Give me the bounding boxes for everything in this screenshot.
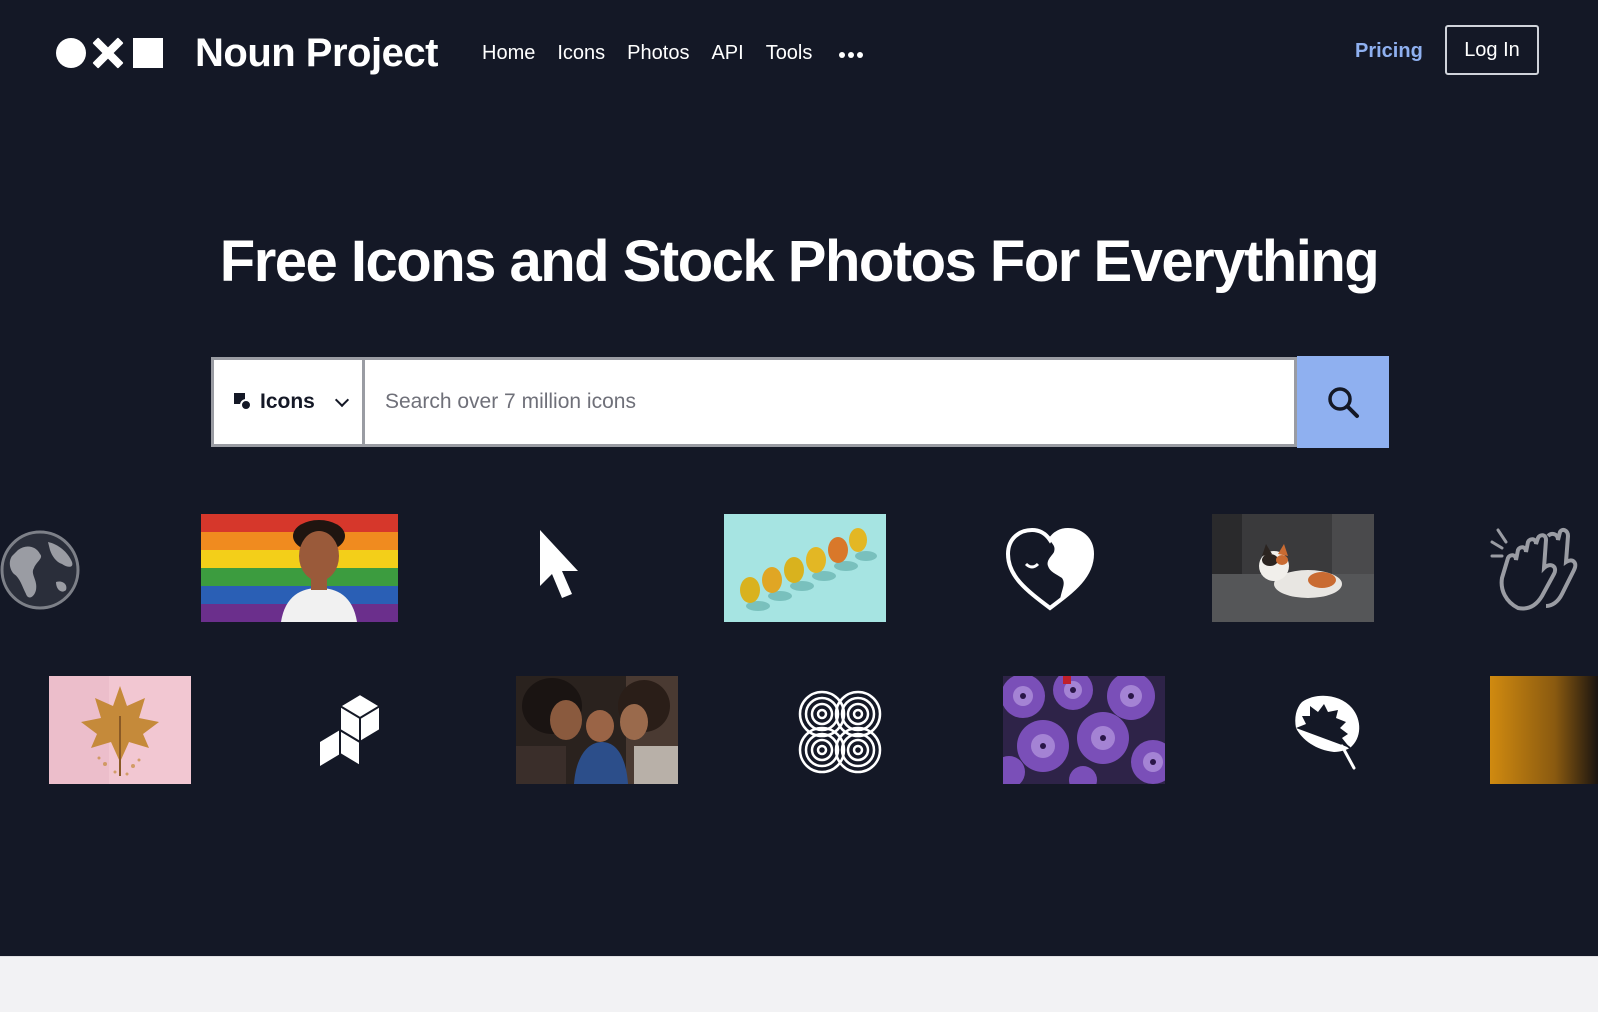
- nav-home[interactable]: Home: [482, 42, 535, 65]
- golden-photo[interactable]: [1490, 676, 1598, 784]
- monstera-leaf-icon[interactable]: [1292, 690, 1364, 772]
- nav-photos[interactable]: Photos: [627, 42, 689, 65]
- bottom-bar: [0, 956, 1598, 1012]
- family-baby-photo[interactable]: [516, 676, 678, 784]
- search-type-dropdown[interactable]: Icons: [211, 357, 365, 447]
- main-nav: Home Icons Photos API Tools: [482, 42, 864, 65]
- search-bar: Icons: [211, 356, 1389, 448]
- nav-api[interactable]: API: [711, 42, 743, 65]
- heart-face-icon[interactable]: [1004, 526, 1096, 612]
- logo-mark-icon: [56, 38, 163, 68]
- purple-petunias-photo[interactable]: [1003, 676, 1165, 784]
- interlaced-circles-icon[interactable]: [796, 688, 884, 776]
- brand-name: Noun Project: [195, 31, 438, 75]
- login-button[interactable]: Log In: [1445, 25, 1539, 75]
- autumn-leaf-photo[interactable]: [49, 676, 191, 784]
- search-icon: [1328, 387, 1359, 418]
- nav-icons[interactable]: Icons: [557, 42, 605, 65]
- chevron-down-icon: [334, 392, 349, 407]
- globe-icon[interactable]: [0, 525, 82, 615]
- search-button[interactable]: [1297, 356, 1389, 448]
- pricing-link[interactable]: Pricing: [1355, 40, 1423, 63]
- hero-section: Noun Project Home Icons Photos API Tools…: [0, 0, 1598, 956]
- nav-tools[interactable]: Tools: [766, 42, 813, 65]
- cursor-icon[interactable]: [532, 526, 584, 606]
- isometric-blocks-icon[interactable]: [316, 690, 388, 770]
- page: Noun Project Home Icons Photos API Tools…: [0, 0, 1598, 1012]
- logo[interactable]: Noun Project: [56, 33, 438, 73]
- search-type-label: Icons: [260, 390, 315, 413]
- calico-cat-photo[interactable]: [1212, 514, 1374, 622]
- page-title: Free Icons and Stock Photos For Everythi…: [219, 229, 1380, 294]
- ellipsis-icon[interactable]: [839, 52, 864, 58]
- clapping-hands-icon[interactable]: [1488, 522, 1578, 614]
- pears-photo[interactable]: [724, 514, 886, 622]
- search-input[interactable]: [365, 357, 1297, 447]
- icons-type-icon: [234, 393, 252, 411]
- pride-flag-portrait-photo[interactable]: [201, 514, 398, 622]
